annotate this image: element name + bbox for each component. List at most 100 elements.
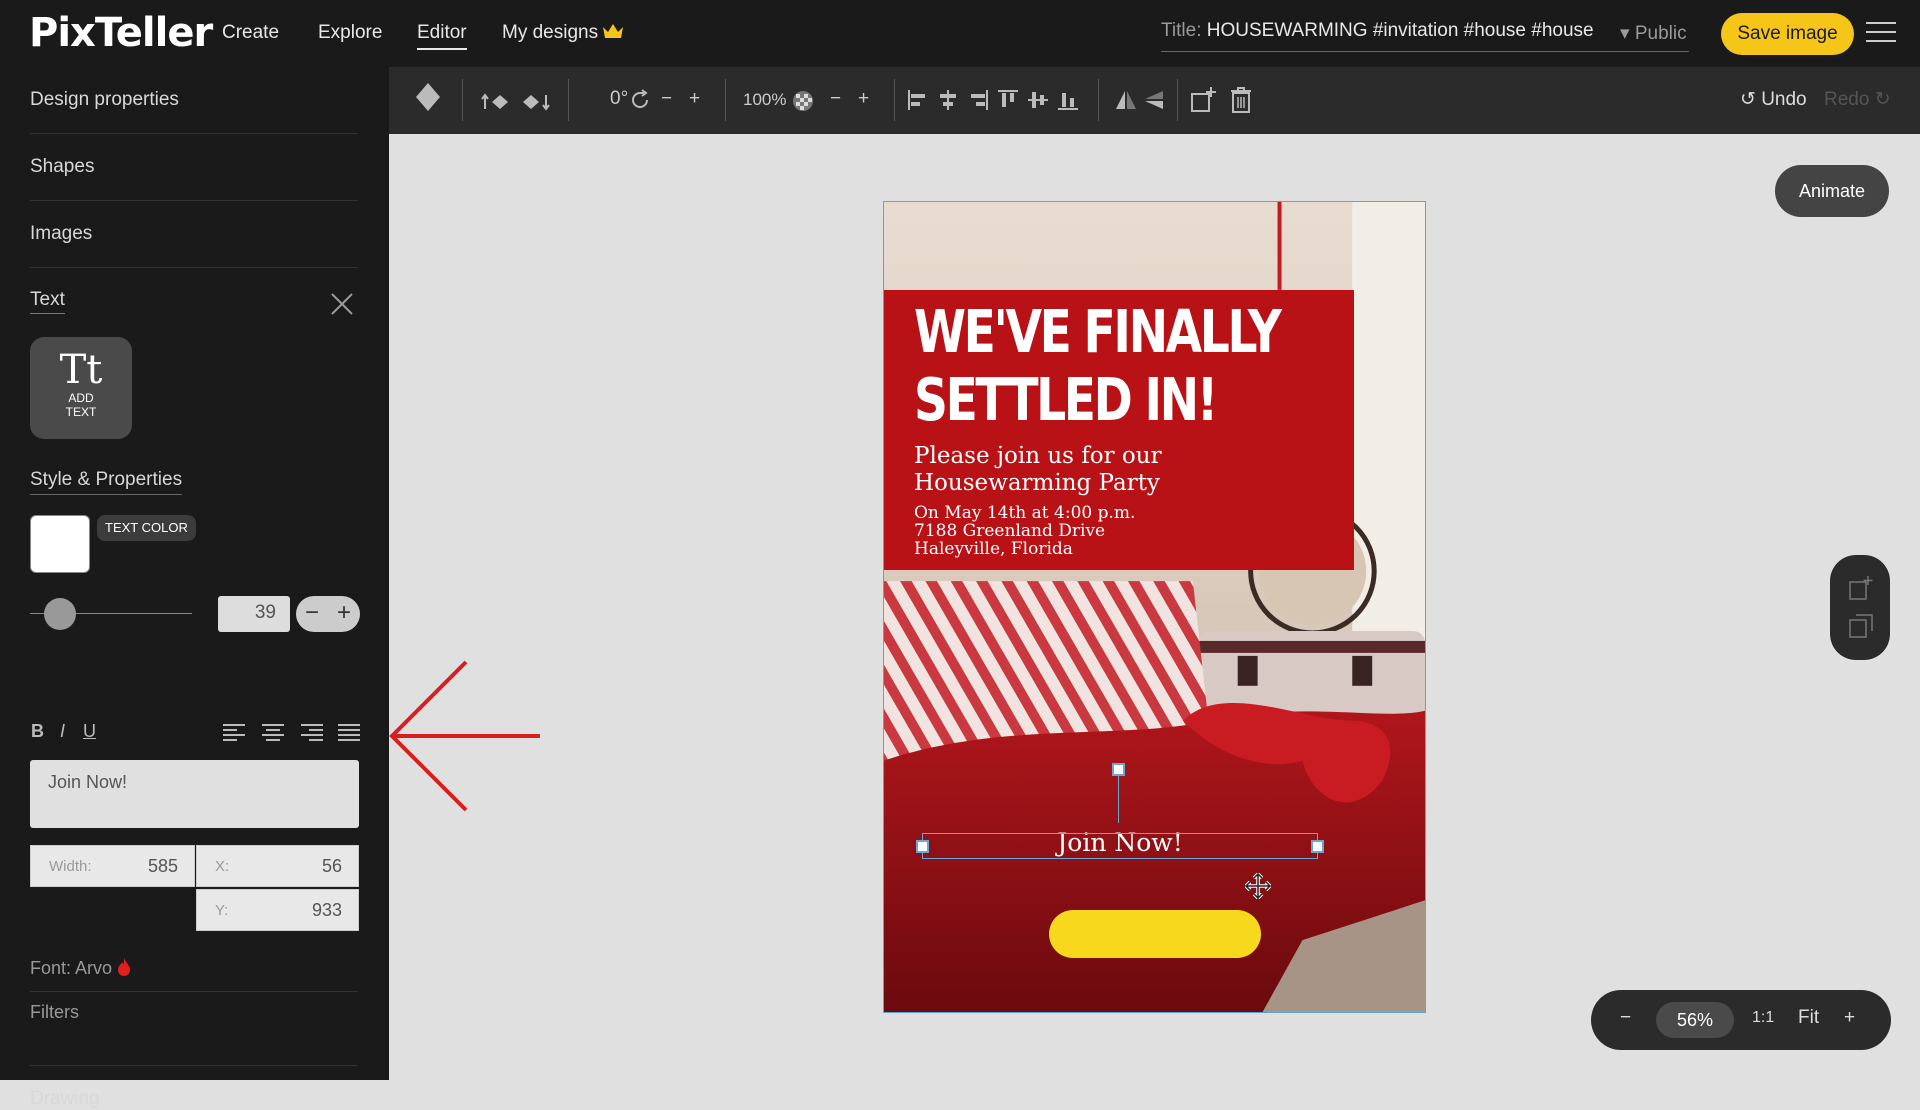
- fit-button[interactable]: Fit: [1798, 1007, 1819, 1029]
- zoom-level[interactable]: 56%: [1656, 1002, 1734, 1038]
- redo-label: Redo: [1824, 89, 1870, 110]
- zoom-in-icon[interactable]: +: [1844, 1007, 1855, 1029]
- title-label: Title:: [1161, 20, 1202, 41]
- font-selector[interactable]: Font: Arvo: [30, 958, 131, 979]
- y-label: Y:: [215, 902, 229, 919]
- y-value[interactable]: 933: [312, 900, 342, 921]
- add-text-button[interactable]: Tt ADD TEXT: [30, 337, 132, 439]
- detail-line: On May 14th at 4:00 p.m.: [914, 503, 1136, 523]
- bring-forward-icon[interactable]: [481, 93, 511, 111]
- left-sidebar: Design properties Shapes Images Text Tt …: [0, 67, 389, 1109]
- headline-line: WE'VE FINALLY: [914, 297, 1282, 366]
- editor-toolbar: 0° − + 100% − + ↺ Undo Redo ↻: [389, 67, 1920, 134]
- text-content-input[interactable]: Join Now!: [30, 760, 359, 828]
- nav-create[interactable]: Create: [222, 22, 279, 44]
- flip-vertical-icon[interactable]: [1143, 89, 1165, 111]
- selection-box: [922, 833, 1318, 859]
- y-field[interactable]: Y: 933: [196, 889, 359, 931]
- decrease-size-button[interactable]: −: [296, 599, 328, 627]
- sidebar-item-text[interactable]: Text: [30, 289, 65, 314]
- x-field[interactable]: X: 56: [196, 845, 359, 887]
- align-justify-icon[interactable]: [338, 724, 360, 741]
- save-image-button[interactable]: Save image: [1721, 13, 1854, 55]
- align-top-edge-icon[interactable]: [997, 89, 1019, 111]
- headline-text[interactable]: WE'VE FINALLY SETTLED IN!: [914, 297, 1282, 434]
- rotate-handle[interactable]: [1112, 763, 1125, 776]
- add-page-icon[interactable]: [1848, 575, 1874, 601]
- sidebar-item-images[interactable]: Images: [30, 201, 358, 268]
- resize-handle-left[interactable]: [916, 840, 929, 853]
- trash-icon[interactable]: [1229, 86, 1253, 114]
- nav-explore[interactable]: Explore: [318, 22, 382, 44]
- undo-button[interactable]: ↺ Undo: [1740, 88, 1807, 111]
- duplicate-page-icon[interactable]: [1848, 613, 1874, 639]
- align-horizontal-center-icon[interactable]: [937, 89, 959, 111]
- opacity-minus-icon[interactable]: −: [830, 88, 841, 110]
- zoom-out-icon[interactable]: −: [1620, 1007, 1631, 1029]
- nav-my-designs[interactable]: My designs: [502, 22, 598, 44]
- close-icon[interactable]: [331, 293, 353, 315]
- design-canvas[interactable]: WE'VE FINALLY SETTLED IN! Please join us…: [883, 201, 1426, 1013]
- align-right-edge-icon[interactable]: [967, 89, 989, 111]
- app-logo[interactable]: PixTeller: [29, 10, 213, 56]
- bold-button[interactable]: B: [31, 721, 44, 742]
- opacity-plus-icon[interactable]: +: [858, 88, 869, 110]
- caret-down-icon: ▾: [1620, 23, 1630, 44]
- filters-section[interactable]: Filters: [30, 1002, 79, 1023]
- align-left-edge-icon[interactable]: [907, 89, 929, 111]
- underline-button[interactable]: U: [83, 721, 96, 742]
- title-value[interactable]: HOUSEWARMING #invitation #house #house: [1207, 20, 1594, 41]
- font-size-slider-handle[interactable]: [44, 598, 76, 630]
- page-tools-panel: [1830, 555, 1890, 660]
- sidebar-item-design-properties[interactable]: Design properties: [30, 67, 358, 134]
- rotation-value[interactable]: 0°: [610, 88, 628, 110]
- animate-button[interactable]: Animate: [1775, 165, 1889, 217]
- red-arrow-annotation: [389, 660, 540, 812]
- align-left-icon[interactable]: [223, 724, 245, 741]
- visibility-dropdown[interactable]: ▾ Public: [1620, 22, 1687, 45]
- x-value[interactable]: 56: [322, 856, 342, 877]
- increase-size-button[interactable]: +: [328, 599, 360, 627]
- duplicate-icon[interactable]: [1189, 86, 1217, 114]
- toolbar-separator: [1098, 79, 1099, 121]
- top-nav-bar: PixTeller Create Explore Editor My desig…: [0, 0, 1920, 67]
- align-center-icon[interactable]: [262, 724, 284, 741]
- text-color-swatch[interactable]: [30, 515, 90, 573]
- toolbar-separator: [568, 79, 569, 121]
- cta-button-shape[interactable]: [1049, 910, 1261, 958]
- font-size-input[interactable]: 39: [218, 596, 290, 632]
- flame-icon: [118, 958, 131, 976]
- design-title-field[interactable]: Title: HOUSEWARMING #invitation #house #…: [1161, 20, 1689, 52]
- nav-editor[interactable]: Editor: [417, 22, 467, 50]
- font-size-stepper: − +: [296, 596, 360, 632]
- visibility-label: Public: [1634, 23, 1687, 44]
- align-right-icon[interactable]: [301, 724, 323, 741]
- rotate-minus-icon[interactable]: −: [661, 88, 672, 110]
- headline-line: SETTLED IN!: [914, 365, 1218, 434]
- rotate-plus-icon[interactable]: +: [689, 88, 700, 110]
- sidebar-item-shapes[interactable]: Shapes: [30, 134, 358, 201]
- flip-horizontal-icon[interactable]: [1115, 89, 1137, 111]
- send-backward-icon[interactable]: [521, 93, 551, 111]
- event-details-text[interactable]: On May 14th at 4:00 p.m. 7188 Greenland …: [914, 504, 1135, 558]
- text-tool-icon: Tt: [59, 347, 103, 393]
- rotate-icon[interactable]: [629, 89, 651, 111]
- toolbar-separator: [725, 79, 726, 121]
- resize-handle-right[interactable]: [1311, 840, 1324, 853]
- transparency-icon[interactable]: [792, 90, 814, 112]
- width-value[interactable]: 585: [148, 856, 178, 877]
- style-properties-heading: Style & Properties: [30, 469, 183, 495]
- drawing-section[interactable]: Drawing: [30, 1088, 100, 1110]
- layers-icon[interactable]: [414, 81, 442, 117]
- width-field[interactable]: Width: 585: [30, 845, 195, 887]
- align-bottom-edge-icon[interactable]: [1057, 89, 1079, 111]
- subhead-text[interactable]: Please join us for our Housewarming Part…: [914, 443, 1162, 497]
- actual-size-button[interactable]: 1:1: [1752, 1009, 1774, 1027]
- add-text-label: ADD: [68, 391, 94, 405]
- align-vertical-center-icon[interactable]: [1027, 89, 1049, 111]
- text-color-label: TEXT COLOR: [97, 515, 196, 541]
- redo-icon: ↻: [1874, 89, 1891, 110]
- hamburger-menu-icon[interactable]: [1866, 22, 1896, 44]
- opacity-value[interactable]: 100%: [743, 90, 786, 110]
- italic-button[interactable]: I: [60, 721, 65, 742]
